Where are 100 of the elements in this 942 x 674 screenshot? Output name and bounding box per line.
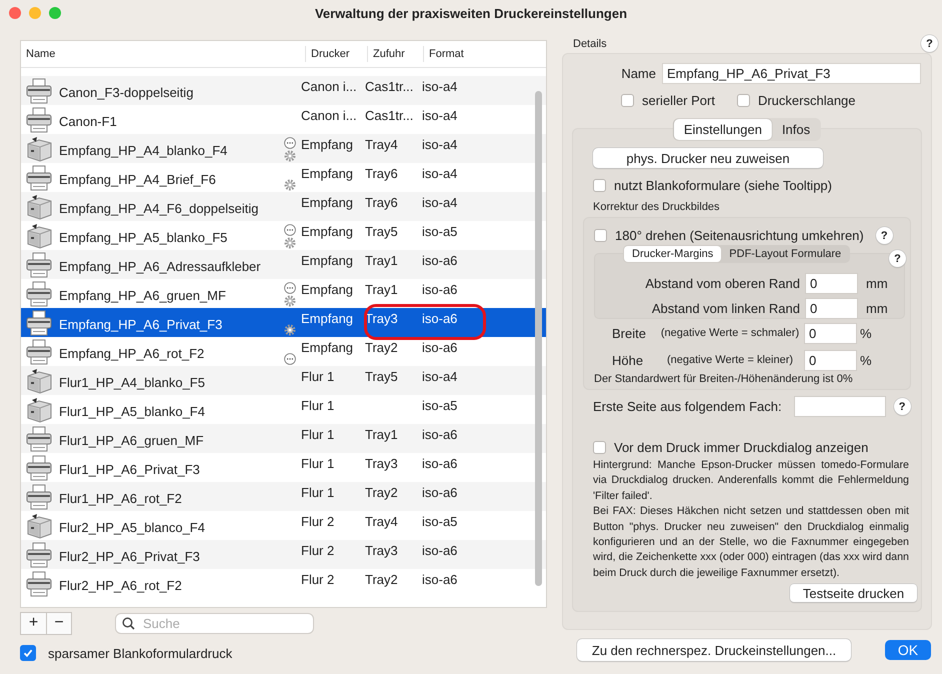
format-cell-text: iso-a4: [421, 165, 458, 183]
printer-cell-text: Empfang: [300, 252, 354, 270]
tray-cell-text: Tray3: [364, 542, 399, 560]
printer-cell-text: Canon i...: [300, 107, 358, 125]
format-cell-text: iso-a6: [421, 339, 458, 357]
column-header[interactable]: Name: [21, 46, 305, 62]
laser-printer-icon: [25, 192, 53, 220]
format-cell-text: iso-a5: [421, 513, 458, 531]
printer-name: Canon-F1: [58, 113, 118, 131]
assign-printer-button[interactable]: phys. Drucker neu zuweisen: [593, 148, 823, 168]
help-button[interactable]: ?: [889, 250, 906, 267]
printer-icon: [25, 250, 53, 278]
printer-name: Empfang_HP_A6_Privat_F3: [58, 316, 224, 334]
ok-button[interactable]: OK: [885, 640, 931, 660]
printer-row[interactable]: Flur2_HP_A5_blanco_F4 Flur 2 Tray4 iso-a5: [21, 511, 546, 540]
tray-cell-text: Tray1: [364, 252, 399, 270]
printer-row[interactable]: Empfang_HP_A6_Privat_F3 Empfang Tray3 iso-a6: [21, 308, 546, 337]
printer-row[interactable]: Flur1_HP_A4_blanko_F5 Flur 1 Tray5 iso-a4: [21, 366, 546, 395]
input-field[interactable]: [794, 396, 886, 417]
checkbox[interactable]: [593, 441, 606, 454]
printer-cell-text: Empfang: [300, 194, 354, 212]
search-field[interactable]: Suche: [115, 612, 314, 634]
tray-cell-text: Tray5: [364, 368, 399, 386]
group-label: Korrektur des Druckbildes: [593, 201, 720, 213]
minimize-button[interactable]: [29, 7, 41, 19]
printer-icon: [25, 338, 53, 366]
add-button[interactable]: +: [21, 612, 46, 634]
printer-row[interactable]: Canon-F1 Canon i... Cas1tr... iso-a4: [21, 105, 546, 134]
checkbox[interactable]: [621, 94, 634, 107]
field-label: Abstand vom oberen Rand: [645, 276, 800, 291]
scrollbar[interactable]: [535, 91, 542, 586]
test-print-button[interactable]: Testseite drucken: [790, 584, 917, 602]
tab[interactable]: Infos: [772, 119, 820, 140]
printer-row[interactable]: Empfang_HP_A4_blanko_F4 Empfang Tray4 iso-a4: [21, 134, 546, 163]
printer-row[interactable]: Flur1_HP_A5_blanko_F4 Flur 1 iso-a5: [21, 395, 546, 424]
settings-button[interactable]: Zu den rechnerspez. Druckeinstellungen...: [577, 639, 851, 661]
format-cell-text: iso-a6: [421, 281, 458, 299]
printer-row[interactable]: Empfang_HP_A5_blanko_F5 Empfang Tray5 iso-a5: [21, 221, 546, 250]
tray-cell-text: Tray1: [364, 426, 399, 444]
checkbox[interactable]: [593, 179, 606, 192]
printer-row[interactable]: Empfang_HP_A6_rot_F2 Empfang Tray2 iso-a6: [21, 337, 546, 366]
printer-icon: [25, 164, 53, 192]
tray-cell-text: Tray6: [364, 194, 399, 212]
help-button[interactable]: ?: [876, 227, 893, 244]
number-field[interactable]: 0: [805, 298, 858, 319]
printer-row[interactable]: Flur1_HP_A6_rot_F2 Flur 1 Tray2 iso-a6: [21, 482, 546, 511]
laser-printer-icon: [25, 134, 53, 162]
tray-cell-text: Tray2: [364, 339, 399, 357]
printer-name: Flur1_HP_A6_gruen_MF: [58, 432, 205, 450]
number-field[interactable]: 0: [804, 322, 857, 344]
printer-row[interactable]: Flur1_HP_A6_gruen_MF Flur 1 Tray1 iso-a6: [21, 424, 546, 453]
tray-cell-text: Tray5: [364, 223, 399, 241]
printer-name: Flur1_HP_A6_Privat_F3: [58, 461, 201, 479]
unit-label: mm: [865, 301, 889, 316]
printer-name: Empfang_HP_A6_gruen_MF: [58, 287, 227, 305]
printer-name: Empfang_HP_A5_blanko_F5: [58, 229, 228, 247]
format-cell-text: iso-a6: [421, 310, 458, 328]
format-cell-text: iso-a4: [421, 136, 458, 154]
tab[interactable]: PDF-Layout Formulare: [721, 246, 850, 262]
tab[interactable]: Einstellungen: [674, 119, 772, 140]
printer-row[interactable]: Flur2_HP_A6_rot_F2 Flur 2 Tray2 iso-a6: [21, 569, 546, 598]
column-header[interactable]: Drucker: [305, 46, 367, 62]
help-button[interactable]: ?: [921, 35, 938, 52]
printer-row[interactable]: Empfang_HP_A4_Brief_F6 Empfang Tray6 iso-a4: [21, 163, 546, 192]
close-button[interactable]: [9, 7, 21, 19]
remove-button[interactable]: −: [46, 612, 71, 634]
zoom-button[interactable]: [49, 7, 61, 19]
printer-row[interactable]: Canon_F3-doppelseitig Canon i... Cas1tr... iso-a4: [21, 76, 546, 105]
laser-printer-icon: [25, 222, 53, 250]
checkbox[interactable]: [594, 229, 607, 242]
column-header[interactable]: Zufuhr: [367, 46, 423, 62]
format-cell-text: iso-a6: [421, 455, 458, 473]
laser-printer-icon: [25, 366, 53, 394]
printer-cell-text: Flur 2: [300, 542, 336, 560]
printer-icon: [25, 540, 53, 568]
help-button[interactable]: ?: [894, 398, 911, 415]
number-field[interactable]: 0: [805, 273, 858, 294]
checkbox[interactable]: [20, 645, 36, 661]
checkbox[interactable]: [736, 94, 750, 107]
printer-row[interactable]: Empfang_HP_A6_Adressaufkleber Empfang Tray1 iso-a6: [21, 250, 546, 279]
printer-name: Empfang_HP_A6_Adressaufkleber: [58, 258, 262, 276]
field-label: Erste Seite aus folgendem Fach:: [593, 399, 782, 414]
tray-cell-text: Tray4: [364, 513, 399, 531]
tray-cell-text: Cas1tr...: [364, 78, 414, 96]
printer-icon: [25, 454, 53, 482]
hint-text: (negative Werte = schmaler): [660, 327, 800, 339]
printer-row[interactable]: Flur1_HP_A6_Privat_F3 Flur 1 Tray3 iso-a6: [21, 453, 546, 482]
number-field[interactable]: 0: [804, 350, 857, 370]
format-cell-text: iso-a6: [421, 252, 458, 270]
field-label: Abstand vom linken Rand: [652, 301, 800, 316]
format-cell-text: iso-a6: [421, 542, 458, 560]
column-header[interactable]: Format: [423, 46, 483, 62]
printer-icon: [25, 106, 53, 134]
printer-name: Flur1_HP_A6_rot_F2: [58, 490, 183, 508]
tab[interactable]: Drucker-Margins: [624, 246, 722, 262]
printer-row[interactable]: Empfang_HP_A6_gruen_MF Empfang Tray1 iso-a6: [21, 279, 546, 308]
name-field[interactable]: Empfang_HP_A6_Privat_F3: [662, 63, 921, 84]
printer-icon: [25, 308, 53, 336]
printer-row[interactable]: Flur2_HP_A6_Privat_F3 Flur 2 Tray3 iso-a6: [21, 540, 546, 569]
printer-row[interactable]: Empfang_HP_A4_F6_doppelseitig Empfang Tray6 iso-a4: [21, 192, 546, 221]
